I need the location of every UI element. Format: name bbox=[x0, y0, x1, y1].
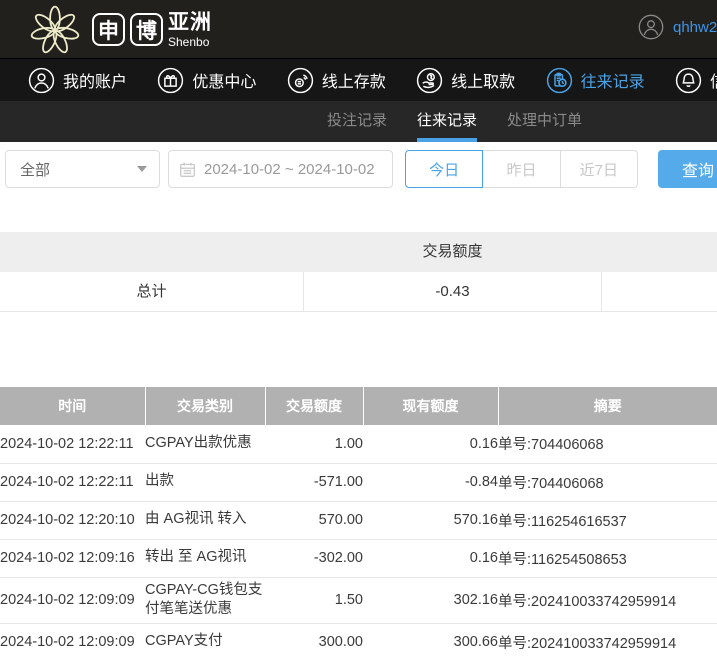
yesterday-button[interactable]: 昨日 bbox=[483, 150, 560, 188]
table-cell: 1.00 bbox=[265, 425, 363, 463]
table-cell: 单号:116254508653 bbox=[498, 539, 717, 577]
table-cell: -571.00 bbox=[265, 463, 363, 501]
nav-item-records[interactable]: 往来记录 bbox=[546, 67, 645, 94]
logo-text: 亚洲 Shenbo bbox=[168, 12, 212, 48]
logo-subtitle: Shenbo bbox=[168, 36, 212, 48]
bell-icon bbox=[675, 67, 702, 94]
table-cell: -302.00 bbox=[265, 539, 363, 577]
table-cell: 2024-10-02 12:09:16 bbox=[0, 539, 145, 577]
table-row: 2024-10-02 12:22:11CGPAY出款优惠1.000.16单号:7… bbox=[0, 425, 717, 463]
search-button[interactable]: 查询 bbox=[658, 150, 717, 188]
calendar-icon bbox=[179, 161, 196, 178]
logo-region: 亚洲 bbox=[168, 12, 212, 33]
user-icon bbox=[28, 67, 55, 94]
table-cell: 0.16 bbox=[363, 539, 498, 577]
table-cell: 2024-10-02 12:09:09 bbox=[0, 623, 145, 656]
table-cell: 2024-10-02 12:20:10 bbox=[0, 501, 145, 539]
table-cell: 300.00 bbox=[265, 623, 363, 656]
username[interactable]: qhhw2 bbox=[673, 19, 717, 36]
column-header: 交易类别 bbox=[145, 387, 265, 425]
tab-transaction-records[interactable]: 往来记录 bbox=[417, 101, 477, 142]
table-row: 2024-10-02 12:09:16转出 至 AG视讯-302.000.16单… bbox=[0, 539, 717, 577]
nav-item-my-account[interactable]: 我的账户 bbox=[28, 67, 127, 94]
date-range-input[interactable]: 2024-10-02 ~ 2024-10-02 bbox=[168, 150, 393, 188]
date-range-value: 2024-10-02 ~ 2024-10-02 bbox=[204, 161, 375, 178]
main-nav: 我的账户 优惠中心 线上存款 bbox=[0, 58, 717, 101]
summary-table: 交易额度 总计 -0.43 bbox=[0, 232, 717, 312]
top-header: 申 博 亚洲 Shenbo qhhw2 bbox=[0, 0, 717, 58]
table-cell: 570.16 bbox=[363, 501, 498, 539]
logo-char-bo: 博 bbox=[130, 13, 163, 46]
table-cell: 302.16 bbox=[363, 577, 498, 623]
nav-label: 我的账户 bbox=[63, 68, 127, 92]
table-row: 2024-10-02 12:22:11出款-571.00-0.84单号:7044… bbox=[0, 463, 717, 501]
nav-item-messages[interactable]: 信息 bbox=[675, 67, 717, 94]
table-cell: 570.00 bbox=[265, 501, 363, 539]
logo-char-shen: 申 bbox=[92, 13, 125, 46]
user-avatar-icon bbox=[638, 14, 664, 40]
table-cell: CGPAY-CG钱包支付笔笔送优惠 bbox=[145, 577, 265, 623]
column-header: 现有额度 bbox=[363, 387, 498, 425]
table-cell: CGPAY出款优惠 bbox=[145, 425, 265, 463]
column-header: 交易额度 bbox=[265, 387, 363, 425]
records-icon bbox=[546, 67, 573, 94]
table-cell: 出款 bbox=[145, 463, 265, 501]
column-header: 时间 bbox=[0, 387, 145, 425]
deposit-icon bbox=[287, 67, 314, 94]
summary-total-label: 总计 bbox=[0, 272, 303, 312]
table-cell: 2024-10-02 12:22:11 bbox=[0, 463, 145, 501]
last7days-button[interactable]: 近7日 bbox=[561, 150, 638, 188]
table-cell: 单号:202410033742959914 bbox=[498, 623, 717, 656]
column-header: 摘要 bbox=[498, 387, 717, 425]
chevron-down-icon bbox=[137, 166, 147, 172]
nav-label: 线上存款 bbox=[322, 68, 386, 92]
user-account[interactable]: qhhw2 bbox=[638, 14, 717, 40]
table-cell: 单号:202410033742959914 bbox=[498, 577, 717, 623]
transactions-header-row: 时间交易类别交易额度现有额度摘要 bbox=[0, 387, 717, 425]
today-button[interactable]: 今日 bbox=[405, 150, 483, 188]
type-select-value: 全部 bbox=[20, 159, 50, 180]
table-cell: 转出 至 AG视讯 bbox=[145, 539, 265, 577]
table-cell: 1.50 bbox=[265, 577, 363, 623]
logo-boxes: 申 博 bbox=[92, 13, 163, 46]
transactions-body: 2024-10-02 12:22:11CGPAY出款优惠1.000.16单号:7… bbox=[0, 425, 717, 656]
transactions-table: 时间交易类别交易额度现有额度摘要 2024-10-02 12:22:11CGPA… bbox=[0, 387, 717, 656]
withdraw-icon bbox=[416, 67, 443, 94]
summary-header-label: 交易额度 bbox=[303, 232, 602, 272]
table-cell: 300.66 bbox=[363, 623, 498, 656]
nav-label: 优惠中心 bbox=[192, 68, 256, 92]
brand-logo[interactable]: 申 博 亚洲 Shenbo bbox=[28, 3, 212, 56]
nav-label: 往来记录 bbox=[581, 68, 645, 92]
summary-total-row: 总计 -0.43 bbox=[0, 272, 717, 312]
table-cell: 0.16 bbox=[363, 425, 498, 463]
nav-item-deposit[interactable]: 线上存款 bbox=[287, 67, 386, 94]
table-cell: 2024-10-02 12:22:11 bbox=[0, 425, 145, 463]
type-select[interactable]: 全部 bbox=[5, 150, 160, 188]
tab-bar: 投注记录 往来记录 处理中订单 bbox=[0, 101, 717, 142]
tab-pending-orders[interactable]: 处理中订单 bbox=[507, 101, 582, 142]
table-row: 2024-10-02 12:09:09CGPAY-CG钱包支付笔笔送优惠1.50… bbox=[0, 577, 717, 623]
nav-label: 信息 bbox=[710, 68, 717, 92]
filter-row: 全部 2024-10-02 ~ 2024-10-02 今日 昨日 近7日 查询 bbox=[0, 150, 717, 188]
summary-total-value: -0.43 bbox=[303, 272, 602, 312]
table-cell: CGPAY支付 bbox=[145, 623, 265, 656]
table-cell: 2024-10-02 12:09:09 bbox=[0, 577, 145, 623]
summary-header-row: 交易额度 bbox=[0, 232, 717, 272]
tab-betting-records[interactable]: 投注记录 bbox=[327, 101, 387, 142]
nav-item-withdraw[interactable]: 线上取款 bbox=[416, 67, 515, 94]
table-cell: 由 AG视讯 转入 bbox=[145, 501, 265, 539]
table-cell: 单号:116254616537 bbox=[498, 501, 717, 539]
table-cell: -0.84 bbox=[363, 463, 498, 501]
table-row: 2024-10-02 12:20:10由 AG视讯 转入570.00570.16… bbox=[0, 501, 717, 539]
table-cell: 单号:704406068 bbox=[498, 425, 717, 463]
nav-label: 线上取款 bbox=[451, 68, 515, 92]
table-cell: 单号:704406068 bbox=[498, 463, 717, 501]
transactions-header: 时间交易类别交易额度现有额度摘要 bbox=[0, 387, 717, 425]
gift-icon bbox=[157, 67, 184, 94]
nav-item-promotions[interactable]: 优惠中心 bbox=[157, 67, 256, 94]
lotus-flower-icon bbox=[28, 3, 82, 56]
quick-date-buttons: 今日 昨日 近7日 bbox=[405, 150, 638, 188]
table-row: 2024-10-02 12:09:09CGPAY支付300.00300.66单号… bbox=[0, 623, 717, 656]
